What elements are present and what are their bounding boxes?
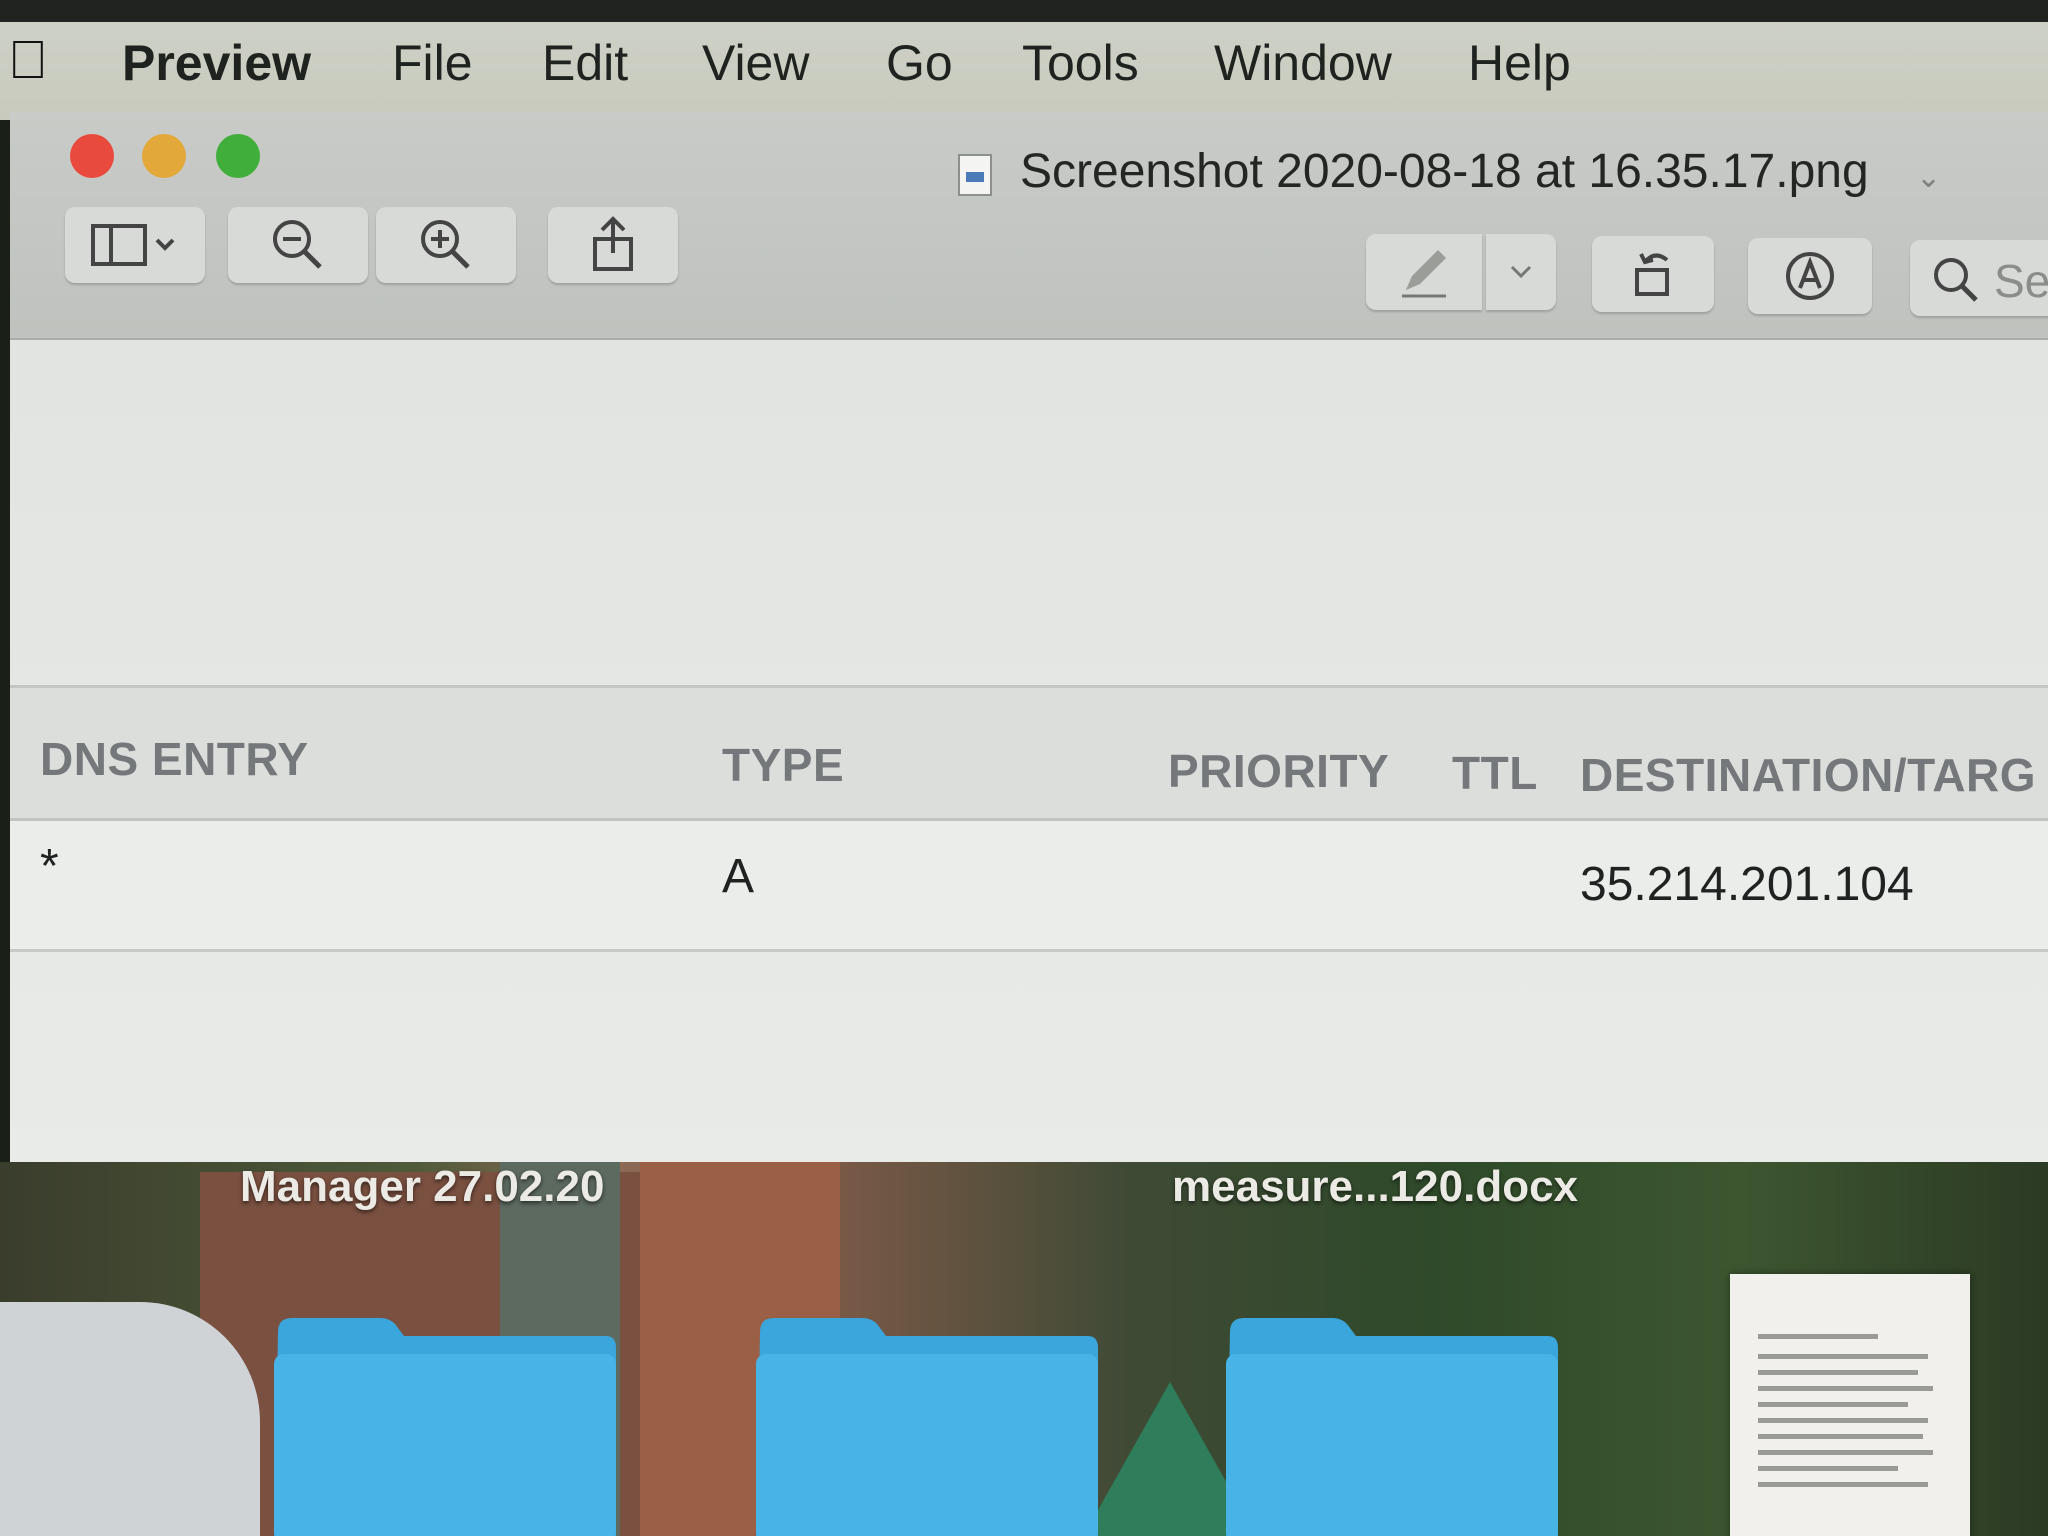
pen-icon [1402, 250, 1446, 298]
zoom-out-icon [273, 220, 322, 269]
column-header-type: TYPE [722, 739, 845, 791]
menu-help[interactable]: Help [1468, 30, 1571, 96]
sidebar-toggle-button[interactable] [65, 207, 205, 283]
folder-icon[interactable] [752, 1302, 1102, 1536]
document-thumbnail-icon[interactable] [1730, 1274, 1970, 1536]
table-row: * A 35.214.201.104 [10, 821, 2048, 949]
search-field[interactable]: Sea [1910, 240, 2048, 316]
rotate-button[interactable] [1592, 236, 1714, 312]
menu-window[interactable]: Window [1214, 30, 1392, 96]
folder-icon[interactable] [270, 1302, 620, 1536]
folder-icon[interactable] [1222, 1302, 1562, 1536]
close-window-button[interactable] [70, 134, 114, 178]
menu-app-name[interactable]: Preview [122, 30, 311, 96]
zoom-out-button[interactable] [228, 207, 368, 283]
search-placeholder: Sea [1994, 255, 2048, 307]
markup-icon [1786, 252, 1834, 300]
table-row-border [10, 949, 2048, 952]
markup-pen-button[interactable] [1366, 234, 1482, 310]
table-header-row: DNS ENTRY TYPE PRIORITY TTL DESTINATION/… [10, 688, 2048, 818]
menu-tools[interactable]: Tools [1022, 30, 1139, 96]
window-toolbar: Screenshot 2020-08-18 at 16.35.17.png ⌄ [10, 112, 2048, 340]
zoom-in-icon [421, 220, 470, 269]
share-icon [593, 216, 633, 271]
wallpaper-umbrella [0, 1302, 260, 1536]
menu-go[interactable]: Go [886, 30, 953, 96]
window-title[interactable]: Screenshot 2020-08-18 at 16.35.17.png [1020, 142, 1869, 202]
column-header-dns-entry: DNS ENTRY [40, 733, 309, 785]
markup-toolbar-button[interactable] [1748, 238, 1872, 314]
screen-bezel [0, 0, 2048, 22]
menu-bar:  Preview File Edit View Go Tools Window… [0, 0, 2048, 120]
document-proxy-icon[interactable] [958, 154, 992, 196]
desktop-item-label[interactable]: Manager 27.02.20 [240, 1162, 604, 1212]
cell-type: A [722, 850, 755, 903]
menu-file[interactable]: File [392, 30, 473, 96]
document-canvas: DNS ENTRY TYPE PRIORITY TTL DESTINATION/… [10, 340, 2048, 1167]
minimize-window-button[interactable] [142, 134, 186, 178]
column-header-priority: PRIORITY [1168, 745, 1390, 797]
zoom-window-button[interactable] [216, 134, 260, 178]
chevron-down-icon [1510, 265, 1532, 279]
rotate-icon [1635, 253, 1669, 296]
share-button[interactable] [548, 207, 678, 283]
apple-menu-icon[interactable]:  [0, 30, 56, 90]
column-header-destination: DESTINATION/TARG [1580, 749, 2037, 801]
cell-dns-entry: * [40, 840, 59, 893]
sidebar-icon [91, 224, 175, 266]
desktop-item-label[interactable]: measure...120.docx [1172, 1162, 1578, 1212]
preview-window: Screenshot 2020-08-18 at 16.35.17.png ⌄ [10, 112, 2048, 1167]
cell-destination: 35.214.201.104 [1580, 858, 1914, 911]
desktop-wallpaper: Manager 27.02.20 measure...120.docx [0, 1162, 2048, 1536]
column-header-ttl: TTL [1452, 747, 1538, 799]
menu-edit[interactable]: Edit [542, 30, 628, 96]
title-chevron-icon[interactable]: ⌄ [1916, 160, 1941, 195]
menu-view[interactable]: View [702, 30, 809, 96]
zoom-in-button[interactable] [376, 207, 516, 283]
markup-menu-button[interactable] [1486, 234, 1556, 310]
search-icon [1934, 258, 1978, 302]
